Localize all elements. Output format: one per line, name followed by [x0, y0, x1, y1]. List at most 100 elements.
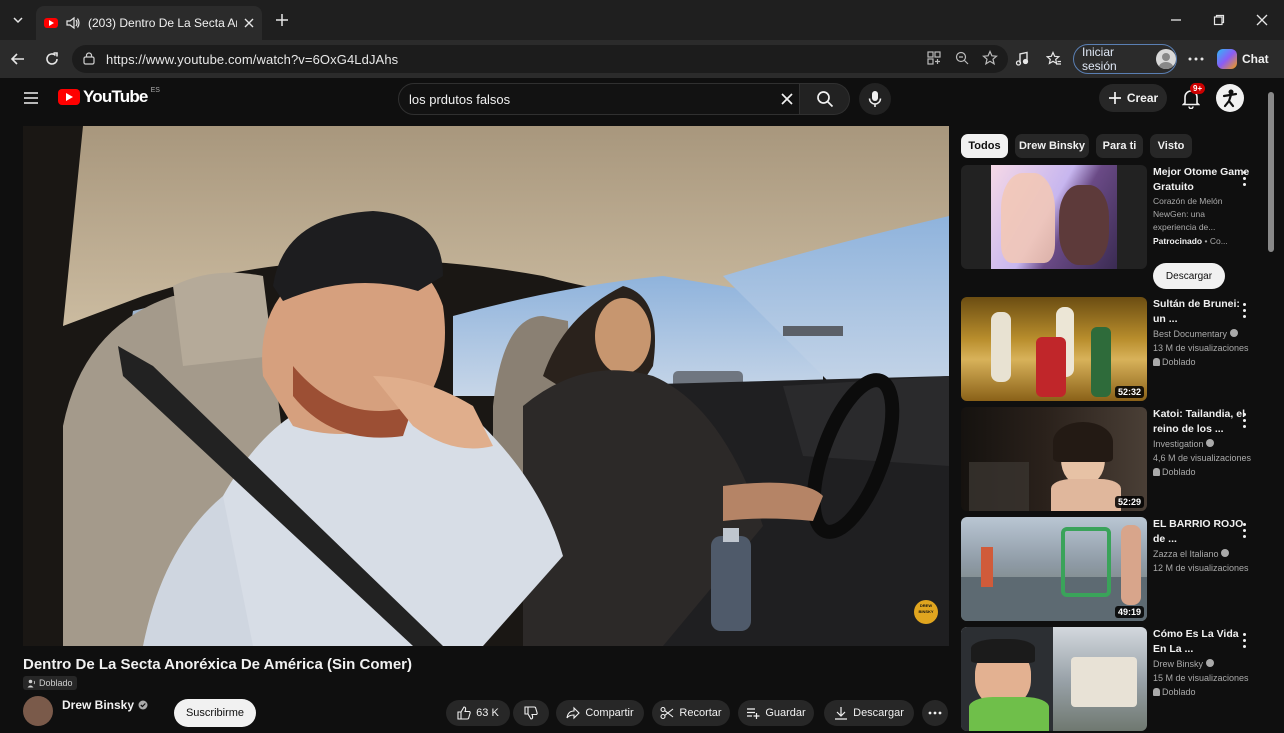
subscribe-button[interactable]: Suscribirme: [174, 699, 256, 727]
video-menu-icon[interactable]: [1239, 631, 1249, 649]
signin-label: Iniciar sesión: [1082, 45, 1117, 73]
chip-watched[interactable]: Visto: [1150, 134, 1192, 158]
recommendation-item[interactable]: Cómo Es La Vida En La ... Drew Binsky 15…: [961, 627, 1261, 733]
guide-menu-button[interactable]: [20, 88, 42, 108]
video-player[interactable]: DREW BINSKY: [23, 126, 949, 646]
download-icon: [835, 707, 848, 720]
site-info-icon[interactable]: [82, 52, 96, 66]
video-title[interactable]: EL BARRIO ROJO de ...: [1153, 517, 1251, 547]
create-button[interactable]: Crear: [1099, 84, 1167, 112]
video-info: Cómo Es La Vida En La ... Drew Binsky 15…: [1153, 627, 1251, 699]
more-horizontal-icon: [928, 711, 942, 715]
channel-avatar[interactable]: [23, 696, 53, 726]
copilot-chat-button[interactable]: Chat: [1217, 44, 1277, 74]
youtube-logo[interactable]: YouTube ES: [58, 87, 160, 107]
recommendation-item[interactable]: 52:29 Katoi: Tailandia, el reino de los …: [961, 407, 1261, 513]
favorites-button[interactable]: [1042, 47, 1066, 71]
favorite-star-icon[interactable]: [982, 50, 998, 66]
close-icon[interactable]: [244, 18, 254, 28]
profile-avatar-icon: [1156, 49, 1176, 69]
page-scrollbar[interactable]: [1268, 92, 1276, 712]
video-title[interactable]: Katoi: Tailandia, el reino de los ...: [1153, 407, 1251, 437]
search-button[interactable]: [800, 83, 850, 115]
browser-tab-active[interactable]: (203) Dentro De La Secta Anoréxica De Am…: [36, 6, 262, 40]
media-control-button[interactable]: [1010, 47, 1034, 71]
chip-channel[interactable]: Drew Binsky: [1015, 134, 1089, 158]
channel-name: Zazza el Italiano: [1153, 549, 1219, 559]
hamburger-menu-icon: [24, 92, 38, 104]
channel-name: Investigation: [1153, 439, 1204, 449]
notifications-button[interactable]: 9+: [1178, 83, 1206, 112]
youtube-page: YouTube ES los prdutos falsos Crear 9+ D…: [4, 78, 1284, 731]
back-button[interactable]: [6, 47, 30, 71]
video-duration: 52:32: [1114, 386, 1144, 398]
video-thumbnail[interactable]: [961, 627, 1147, 731]
dubbed-person-icon: [1153, 688, 1160, 696]
app-available-icon[interactable]: [926, 50, 942, 66]
save-button[interactable]: Guardar: [738, 700, 814, 726]
channel-watermark[interactable]: DREW BINSKY: [916, 603, 936, 621]
channel-line: Investigation: [1153, 437, 1251, 451]
music-note-icon: [1015, 51, 1029, 66]
dubbed-badge: Doblado: [23, 676, 77, 690]
ad-item[interactable]: Mejor Otome Game Gratuito Corazón de Mel…: [961, 165, 1261, 295]
recommendation-item[interactable]: 49:19 EL BARRIO ROJO de ... Zazza el Ita…: [961, 517, 1261, 623]
tab-list-button[interactable]: [6, 9, 30, 31]
channel-line: Drew Binsky: [1153, 657, 1251, 671]
video-title[interactable]: Cómo Es La Vida En La ...: [1153, 627, 1251, 657]
share-button[interactable]: Compartir: [556, 700, 644, 726]
video-thumbnail[interactable]: 52:29: [961, 407, 1147, 511]
download-button[interactable]: Descargar: [824, 700, 914, 726]
voice-search-button[interactable]: [859, 83, 891, 115]
save-playlist-icon: [747, 708, 760, 719]
video-menu-icon[interactable]: [1239, 521, 1249, 539]
new-tab-button[interactable]: [270, 9, 294, 31]
more-options-button[interactable]: [1184, 47, 1208, 71]
zoom-icon[interactable]: [954, 50, 970, 66]
download-label: Descargar: [853, 707, 904, 719]
minimize-icon: [1171, 19, 1181, 21]
speaker-icon[interactable]: [65, 16, 81, 30]
dubbed-badge: Doblado: [1153, 465, 1251, 479]
clip-button[interactable]: Recortar: [652, 700, 730, 726]
dislike-button[interactable]: [513, 700, 549, 726]
reload-button[interactable]: [40, 47, 64, 71]
scrollbar-thumb[interactable]: [1268, 92, 1274, 252]
more-horizontal-icon: [1188, 57, 1204, 61]
verified-check-icon: [1221, 549, 1230, 557]
dubbed-person-icon: [1153, 468, 1160, 476]
ad-thumbnail[interactable]: [961, 165, 1147, 269]
ad-download-button[interactable]: Descargar: [1153, 263, 1225, 289]
url-text[interactable]: https://www.youtube.com/watch?v=6OxG4LdJ…: [106, 52, 398, 67]
ad-menu-icon[interactable]: [1239, 169, 1249, 187]
video-thumbnail[interactable]: 52:32: [961, 297, 1147, 401]
minimize-button[interactable]: [1164, 9, 1188, 31]
view-count: 12 M de visualizaciones: [1153, 563, 1249, 573]
like-button[interactable]: 63 K: [446, 700, 510, 726]
dubbed-badge: Doblado: [1153, 355, 1251, 369]
sponsor-rest: • Co...: [1202, 236, 1228, 246]
like-count: 63 K: [476, 707, 499, 719]
share-arrow-icon: [566, 706, 581, 720]
arrow-left-icon: [10, 53, 24, 65]
channel-name[interactable]: Drew Binsky: [62, 698, 148, 712]
address-bar[interactable]: https://www.youtube.com/watch?v=6OxG4LdJ…: [72, 45, 1008, 73]
chip-all[interactable]: Todos: [961, 134, 1008, 158]
search-input[interactable]: los prdutos falsos: [409, 92, 781, 107]
clear-search-icon[interactable]: [781, 93, 793, 105]
video-title[interactable]: Sultán de Brunei: un ...: [1153, 297, 1251, 327]
share-label: Compartir: [585, 707, 634, 719]
verified-check-icon: [138, 700, 148, 710]
chip-for-you[interactable]: Para ti: [1096, 134, 1143, 158]
search-field[interactable]: los prdutos falsos: [398, 83, 800, 115]
maximize-button[interactable]: [1207, 9, 1231, 31]
more-actions-button[interactable]: [922, 700, 948, 726]
reload-icon: [46, 52, 58, 65]
account-avatar[interactable]: [1216, 84, 1244, 112]
video-menu-icon[interactable]: [1239, 301, 1249, 319]
signin-button[interactable]: Iniciar sesión: [1073, 44, 1177, 74]
video-menu-icon[interactable]: [1239, 411, 1249, 429]
video-thumbnail[interactable]: 49:19: [961, 517, 1147, 621]
recommendation-item[interactable]: 52:32 Sultán de Brunei: un ... Best Docu…: [961, 297, 1261, 403]
close-window-button[interactable]: [1250, 9, 1274, 31]
